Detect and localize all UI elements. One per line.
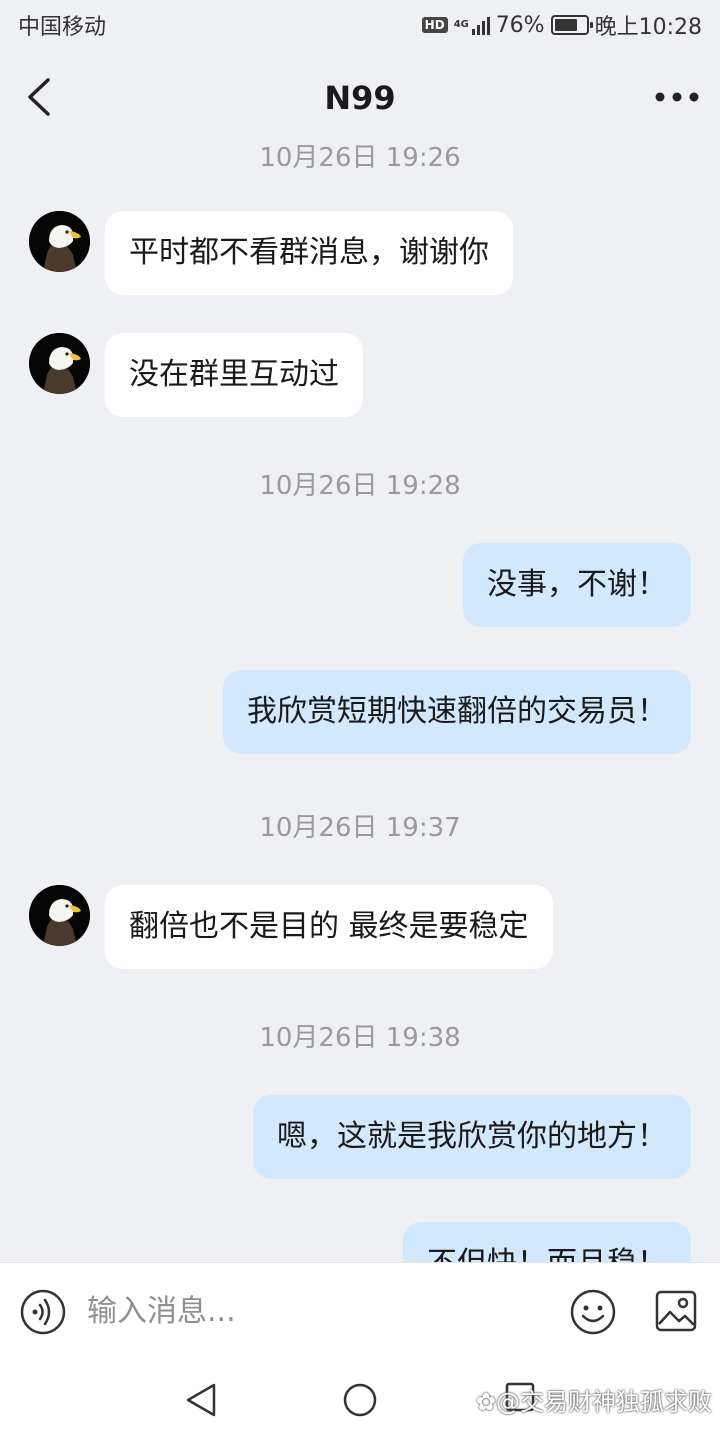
timestamp: 10月26日 19:26 — [259, 145, 461, 173]
message-bubble-outgoing[interactable]: 不但快！而且稳！ — [403, 1222, 691, 1262]
message-bubble-incoming[interactable]: 平时都不看群消息，谢谢你 — [105, 211, 513, 295]
battery-icon — [550, 15, 593, 35]
message-bubble-outgoing[interactable]: 我欣赏短期快速翻倍的交易员！ — [223, 670, 691, 754]
watermark: ✿@交易财神独孤求败 — [475, 1388, 712, 1416]
eagle-avatar-icon — [29, 333, 90, 394]
voice-button[interactable] — [20, 1289, 66, 1335]
message-bubble-outgoing[interactable]: 嗯，这就是我欣赏你的地方！ — [253, 1095, 691, 1179]
clock: 晚上10:28 — [594, 15, 702, 40]
chat-title: N99 — [324, 78, 396, 117]
image-icon — [655, 1290, 697, 1332]
input-bar: 输入消息... — [0, 1262, 720, 1358]
timestamp: 10月26日 19:38 — [259, 1023, 461, 1053]
signal-icon — [471, 15, 490, 35]
timestamp: 10月26日 19:37 — [259, 813, 461, 843]
chevron-left-icon — [28, 78, 50, 116]
message-bubble-incoming[interactable]: 翻倍也不是目的 最终是要稳定 — [105, 885, 553, 969]
triangle-back-icon — [186, 1383, 216, 1417]
system-nav-bar: ✿@交易财神独孤求败 — [0, 1358, 720, 1440]
battery-percent: 76% — [495, 12, 545, 38]
voice-icon — [20, 1289, 66, 1335]
circle-home-icon — [343, 1383, 377, 1417]
avatar[interactable] — [29, 211, 90, 272]
image-button[interactable] — [655, 1290, 697, 1332]
weibo-icon: ✿ — [475, 1388, 496, 1416]
eagle-avatar-icon — [29, 211, 90, 272]
hd-icon: HD — [421, 17, 448, 33]
watermark-text: 交易财神独孤求败 — [520, 1388, 712, 1416]
more-button[interactable] — [652, 80, 702, 114]
avatar[interactable] — [29, 885, 90, 946]
status-indicators: HD 4G 76% 晚上10:28 — [421, 9, 702, 41]
timestamp: 10月26日 19:28 — [259, 471, 461, 501]
message-input[interactable]: 输入消息... — [87, 1289, 547, 1335]
chat-header: N99 — [0, 50, 720, 145]
nav-back-button[interactable] — [184, 1382, 218, 1418]
back-button[interactable] — [22, 74, 62, 120]
more-horizontal-icon — [655, 92, 699, 102]
emoji-button[interactable] — [570, 1289, 616, 1335]
emoji-icon — [570, 1289, 616, 1335]
carrier-label: 中国移动 — [18, 15, 107, 40]
status-bar: 中国移动 HD 4G 76% 晚上10:28 — [0, 0, 720, 50]
network-type-label: 4G — [453, 19, 469, 30]
message-list[interactable]: 10月26日 19:26 平时都不看群消息，谢谢你 没在群里互动过 10月26日… — [0, 145, 720, 1262]
battery-level — [554, 19, 578, 31]
eagle-avatar-icon — [29, 885, 90, 946]
message-bubble-outgoing[interactable]: 没事，不谢！ — [463, 543, 691, 627]
message-bubble-incoming[interactable]: 没在群里互动过 — [105, 333, 363, 417]
nav-home-button[interactable] — [342, 1382, 378, 1418]
avatar[interactable] — [29, 333, 90, 394]
